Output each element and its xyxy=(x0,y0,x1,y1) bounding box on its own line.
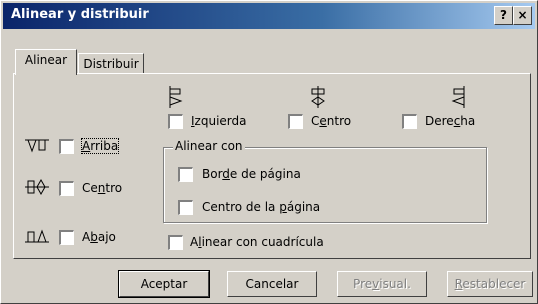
abajo-label[interactable]: Abajo xyxy=(82,230,116,244)
abajo-checkbox[interactable] xyxy=(59,230,74,245)
page-border-checkbox[interactable] xyxy=(178,167,193,182)
page-border-label[interactable]: Borde de página xyxy=(202,167,301,181)
grid-align-label[interactable]: Alinear con cuadrícula xyxy=(190,235,324,249)
title-bar[interactable]: Alinear y distribuir ? × xyxy=(3,3,535,29)
arriba-checkbox[interactable] xyxy=(59,139,74,154)
arriba-label[interactable]: Arriba xyxy=(80,138,120,154)
align-distribute-dialog: Alinear y distribuir ? × Alinear Distrib… xyxy=(0,0,538,304)
izquierda-label[interactable]: Izquierda xyxy=(191,114,246,128)
align-left-icon xyxy=(169,86,183,108)
align-bottom-icon xyxy=(25,229,49,243)
help-button[interactable]: ? xyxy=(494,6,513,25)
restablecer-button[interactable]: Restablecer xyxy=(447,271,533,297)
window-title: Alinear y distribuir xyxy=(11,7,149,22)
tab-alinear[interactable]: Alinear xyxy=(15,49,77,75)
tab-label: Distribuir xyxy=(83,57,139,71)
derecha-checkbox[interactable] xyxy=(402,114,417,129)
align-middle-vertical-icon xyxy=(25,178,49,196)
cancelar-button[interactable]: Cancelar xyxy=(227,271,317,297)
centro-vertical-checkbox[interactable] xyxy=(59,181,74,196)
align-right-icon xyxy=(451,86,465,108)
align-with-legend: Alinear con xyxy=(173,139,245,153)
align-top-icon xyxy=(25,139,49,153)
tab-label: Alinear xyxy=(24,53,68,67)
centro-vertical-label[interactable]: Centro xyxy=(82,181,122,195)
previsual-button[interactable]: Previsual. xyxy=(337,271,427,297)
page-center-label[interactable]: Centro de la página xyxy=(202,200,320,214)
aceptar-button[interactable]: Aceptar xyxy=(118,270,210,298)
izquierda-checkbox[interactable] xyxy=(168,114,183,129)
tab-distribuir[interactable]: Distribuir xyxy=(78,53,144,73)
derecha-label[interactable]: Derecha xyxy=(425,114,475,128)
grid-align-checkbox[interactable] xyxy=(168,235,183,250)
centro-horizontal-label[interactable]: Centro xyxy=(311,114,351,128)
close-button[interactable]: × xyxy=(513,6,532,25)
page-center-checkbox[interactable] xyxy=(178,200,193,215)
align-center-horizontal-icon xyxy=(311,86,325,108)
centro-horizontal-checkbox[interactable] xyxy=(288,114,303,129)
